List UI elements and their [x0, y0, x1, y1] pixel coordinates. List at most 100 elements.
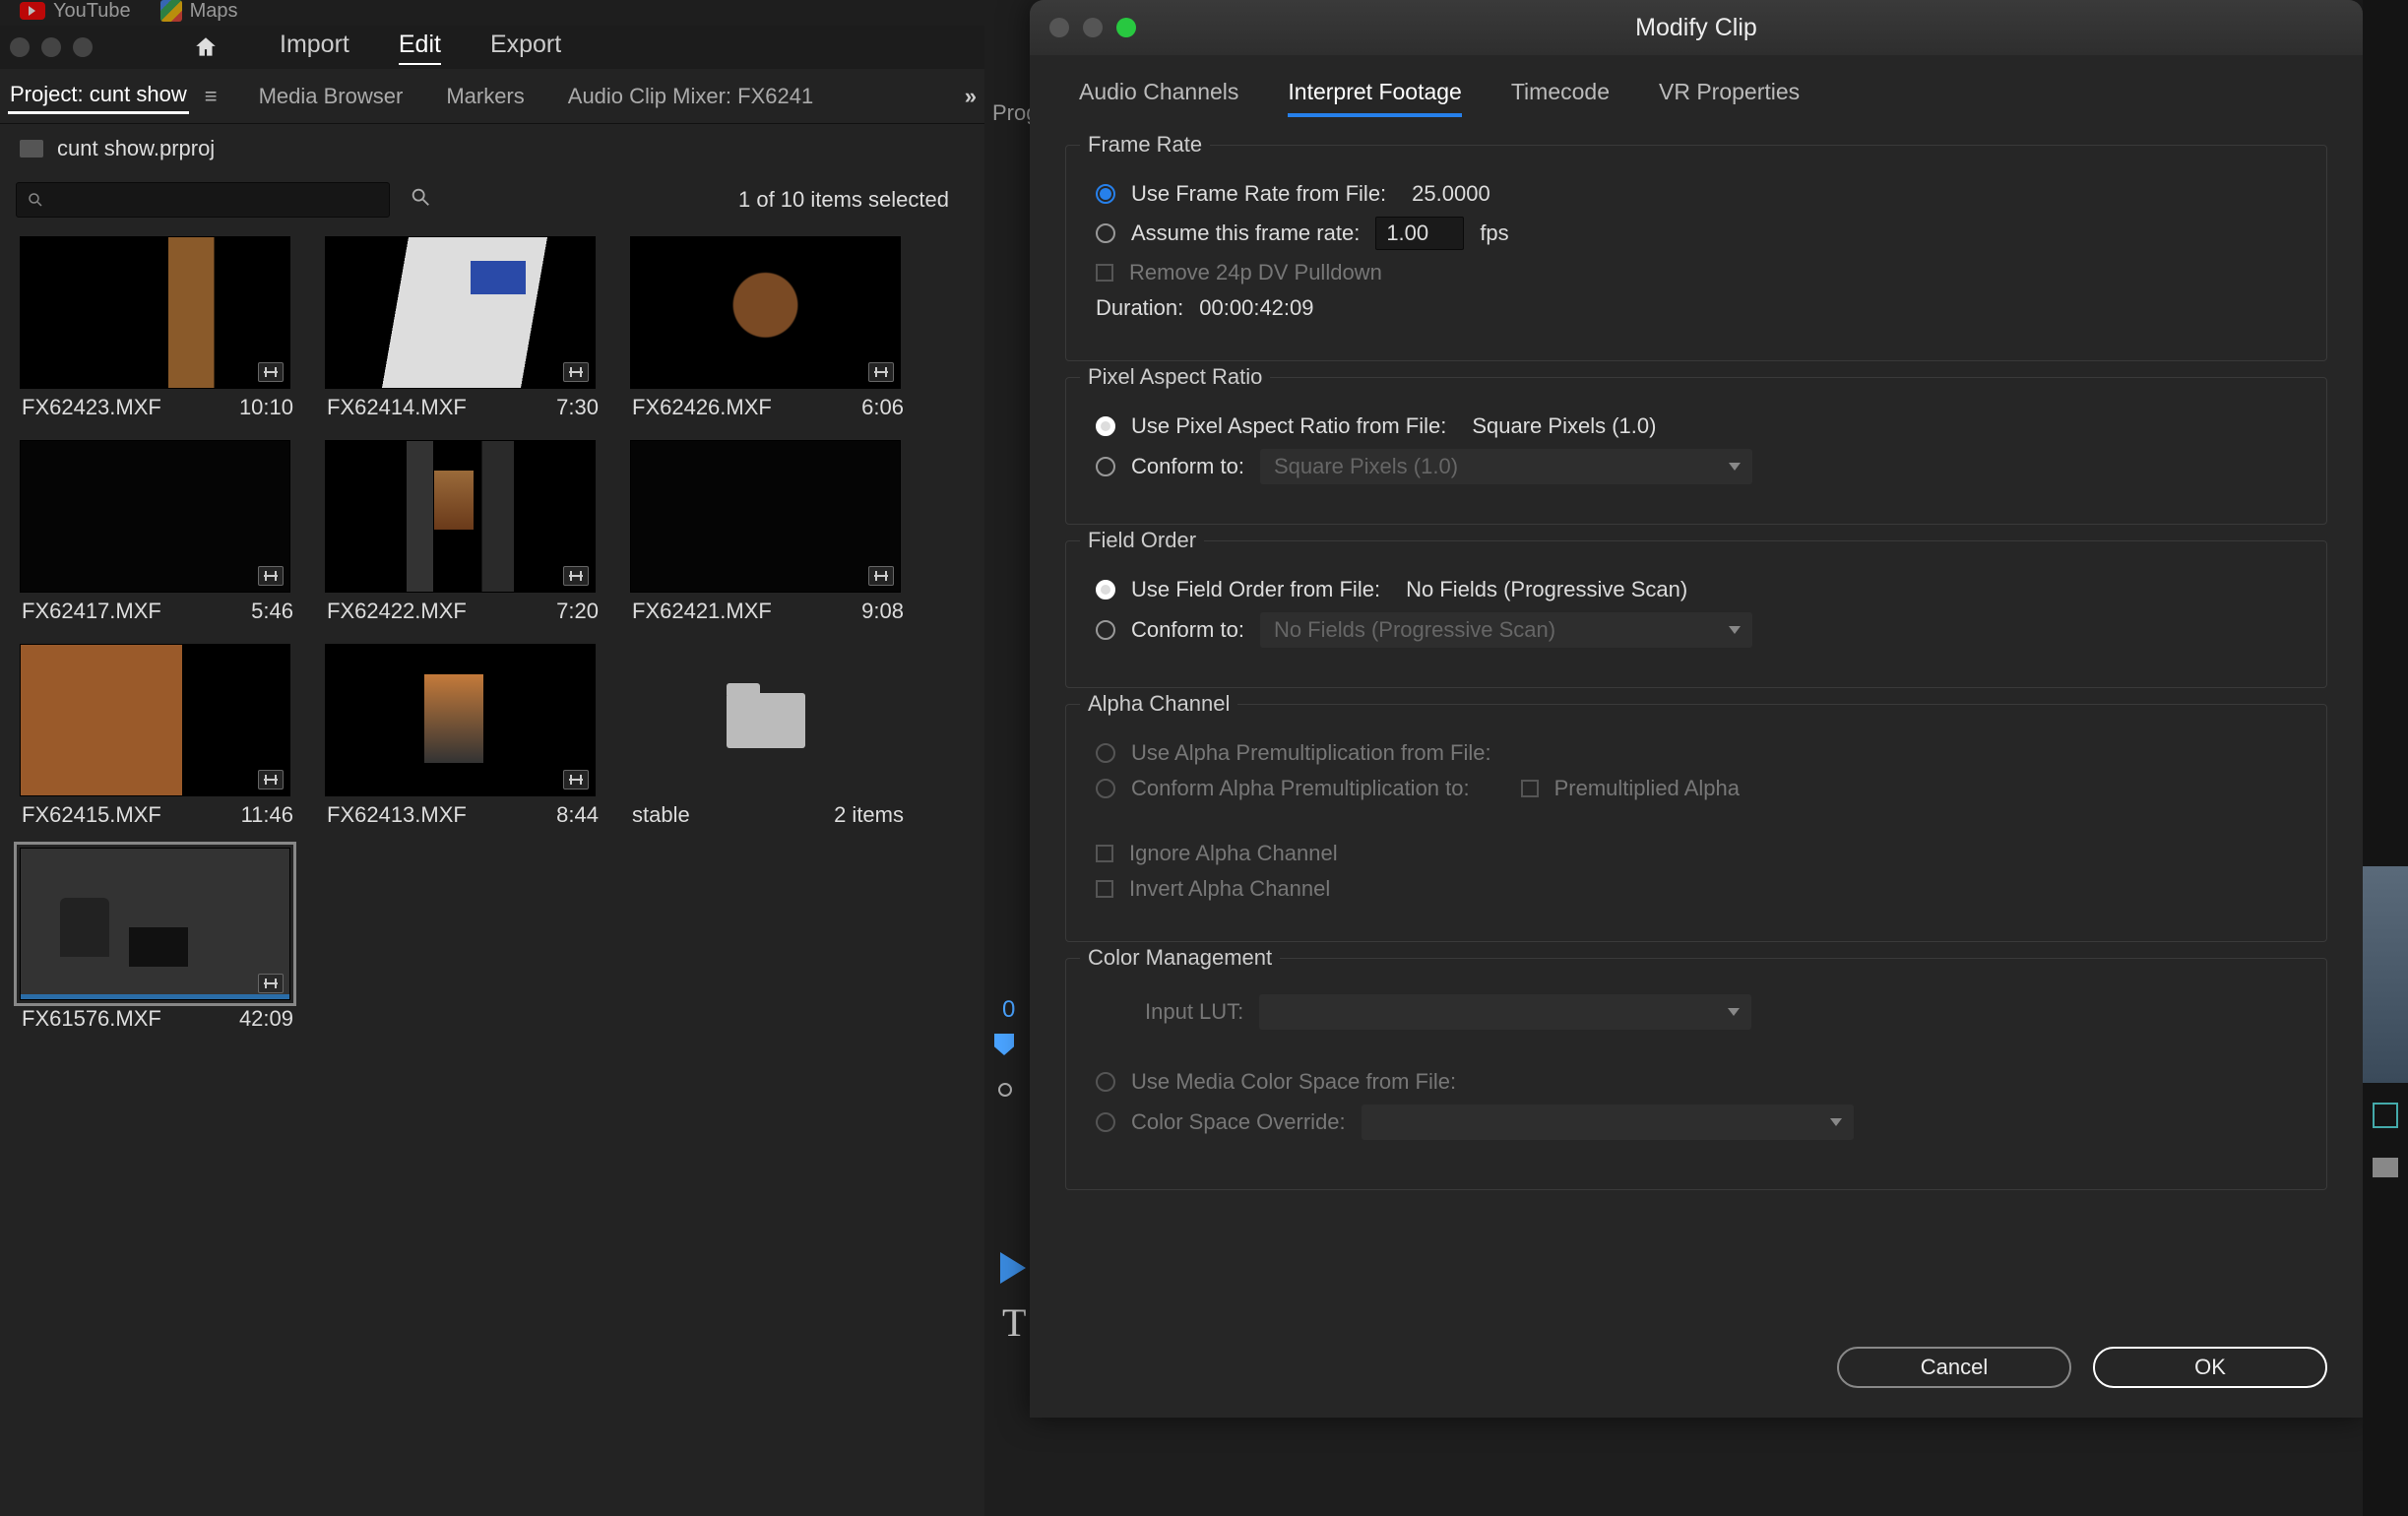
tab-vr-properties[interactable]: VR Properties: [1659, 79, 1800, 117]
export-frame-icon[interactable]: [2373, 1158, 2398, 1177]
dialog-title: Modify Clip: [1030, 14, 2363, 42]
clip-name: FX62423.MXF: [22, 395, 161, 420]
playhead-marker-icon[interactable]: [994, 1034, 1014, 1055]
video-badge-icon: [563, 770, 589, 790]
clip-duration: 7:20: [556, 599, 599, 624]
tab-audio-channels[interactable]: Audio Channels: [1079, 79, 1238, 117]
clip-name: FX62422.MXF: [327, 599, 467, 624]
clip-item[interactable]: FX62421.MXF9:08: [630, 440, 906, 624]
radio-assume-frame-rate[interactable]: [1096, 223, 1115, 243]
folder-icon: [630, 644, 901, 796]
value-duration: 00:00:42:09: [1199, 295, 1313, 321]
clip-item[interactable]: FX62417.MXF5:46: [20, 440, 295, 624]
bookmark-youtube[interactable]: YouTube: [20, 0, 131, 22]
safe-margins-icon[interactable]: [2373, 1103, 2398, 1128]
clip-thumbnail[interactable]: [630, 440, 901, 593]
checkbox-premultiplied: [1521, 780, 1539, 797]
clip-duration: 11:46: [241, 802, 293, 828]
keyframe-marker-icon[interactable]: [998, 1083, 1012, 1097]
select-par-conform[interactable]: Square Pixels (1.0): [1260, 449, 1752, 484]
panel-tab-audio-mixer[interactable]: Audio Clip Mixer: FX6241: [566, 80, 815, 113]
bin-grid: FX62423.MXF10:10 FX62414.MXF 7:30 FX62426.M…: [0, 226, 984, 1042]
clip-name: FX62417.MXF: [22, 599, 161, 624]
clip-item[interactable]: FX62415.MXF11:46: [20, 644, 295, 828]
ok-button[interactable]: OK: [2093, 1347, 2327, 1388]
youtube-icon: [20, 2, 45, 20]
project-file-row: cunt show.prproj: [0, 124, 984, 173]
clip-name: FX62414.MXF: [327, 395, 467, 420]
panel-menu-icon[interactable]: ≡: [205, 84, 218, 109]
search-input[interactable]: [16, 182, 390, 218]
clip-duration: 9:08: [861, 599, 904, 624]
clip-thumbnail[interactable]: [20, 236, 290, 389]
radio-par-conform[interactable]: [1096, 457, 1115, 476]
radio-use-par-file[interactable]: [1096, 416, 1115, 436]
label-use-field-file: Use Field Order from File:: [1131, 577, 1380, 602]
window-controls[interactable]: [10, 37, 93, 57]
select-field-conform[interactable]: No Fields (Progressive Scan): [1260, 612, 1752, 648]
video-badge-icon: [868, 566, 894, 586]
clip-thumbnail[interactable]: [325, 236, 596, 389]
clip-item[interactable]: FX62414.MXF 7:30: [325, 236, 601, 420]
pixel-aspect-group: Pixel Aspect Ratio Use Pixel Aspect Rati…: [1065, 377, 2327, 525]
checkbox-invert-alpha: [1096, 880, 1113, 898]
clip-thumbnail[interactable]: [630, 236, 901, 389]
clip-thumbnail[interactable]: [20, 440, 290, 593]
timecode-partial[interactable]: 0: [1002, 996, 1015, 1024]
radio-color-file: [1096, 1072, 1115, 1092]
panel-tab-media-browser[interactable]: Media Browser: [257, 80, 406, 113]
clip-name: FX62426.MXF: [632, 395, 772, 420]
app-titlebar: Import Edit Export: [0, 26, 984, 69]
radio-field-conform[interactable]: [1096, 620, 1115, 640]
clip-thumbnail[interactable]: [325, 644, 596, 796]
bookmark-maps[interactable]: Maps: [160, 0, 238, 22]
tab-timecode[interactable]: Timecode: [1511, 79, 1610, 117]
clip-thumbnail[interactable]: [20, 644, 290, 796]
clip-duration: 7:30: [556, 395, 599, 420]
clip-item[interactable]: FX62413.MXF8:44: [325, 644, 601, 828]
tab-export[interactable]: Export: [490, 31, 561, 65]
label-use-frame-rate-file: Use Frame Rate from File:: [1131, 181, 1386, 207]
dialog-titlebar: Modify Clip: [1030, 0, 2363, 55]
folder-name: stable: [632, 802, 690, 828]
checkbox-remove-pulldown: [1096, 264, 1113, 282]
modify-clip-dialog: Modify Clip Audio Channels Interpret Foo…: [1030, 0, 2363, 1418]
home-button[interactable]: [191, 34, 221, 60]
label-assume-frame-rate: Assume this frame rate:: [1131, 221, 1360, 246]
clip-thumbnail[interactable]: [325, 440, 596, 593]
field-order-legend: Field Order: [1080, 528, 1204, 553]
clip-item[interactable]: FX62422.MXF 7:20: [325, 440, 601, 624]
bin-folder[interactable]: stable2 items: [630, 644, 906, 828]
label-par-conform: Conform to:: [1131, 454, 1244, 479]
label-alpha-conform: Conform Alpha Premultiplication to:: [1131, 776, 1470, 801]
chevron-down-icon: [1729, 463, 1741, 471]
radio-use-frame-rate-file[interactable]: [1096, 184, 1115, 204]
play-icon[interactable]: [1000, 1252, 1026, 1284]
label-input-lut: Input LUT:: [1145, 999, 1243, 1025]
select-input-lut: [1259, 994, 1751, 1030]
clip-item[interactable]: FX62423.MXF10:10: [20, 236, 295, 420]
clip-name: FX61576.MXF: [22, 1006, 161, 1032]
find-button[interactable]: [410, 186, 431, 214]
panel-tab-bar: Project: cunt show ≡ Media Browser Marke…: [0, 69, 984, 124]
label-color-override: Color Space Override:: [1131, 1109, 1346, 1135]
alpha-legend: Alpha Channel: [1080, 691, 1237, 717]
maximize-icon[interactable]: [73, 37, 93, 57]
input-assume-frame-rate[interactable]: 1.00: [1375, 217, 1464, 250]
premiere-window: Import Edit Export Project: cunt show ≡ …: [0, 26, 984, 1516]
tab-interpret-footage[interactable]: Interpret Footage: [1288, 79, 1461, 117]
panel-tab-markers[interactable]: Markers: [444, 80, 526, 113]
panel-tab-project[interactable]: Project: cunt show: [8, 78, 189, 114]
close-icon[interactable]: [10, 37, 30, 57]
cancel-button[interactable]: Cancel: [1837, 1347, 2071, 1388]
type-tool-icon[interactable]: T: [1002, 1299, 1026, 1346]
panel-overflow-button[interactable]: »: [965, 84, 977, 109]
minimize-icon[interactable]: [41, 37, 61, 57]
radio-use-field-file[interactable]: [1096, 580, 1115, 600]
tab-import[interactable]: Import: [280, 31, 349, 65]
chevron-down-icon: [1729, 626, 1741, 634]
tab-edit[interactable]: Edit: [399, 31, 441, 65]
clip-thumbnail[interactable]: [20, 848, 290, 1000]
clip-item[interactable]: FX61576.MXF42:09: [20, 848, 295, 1032]
clip-item[interactable]: FX62426.MXF6:06: [630, 236, 906, 420]
